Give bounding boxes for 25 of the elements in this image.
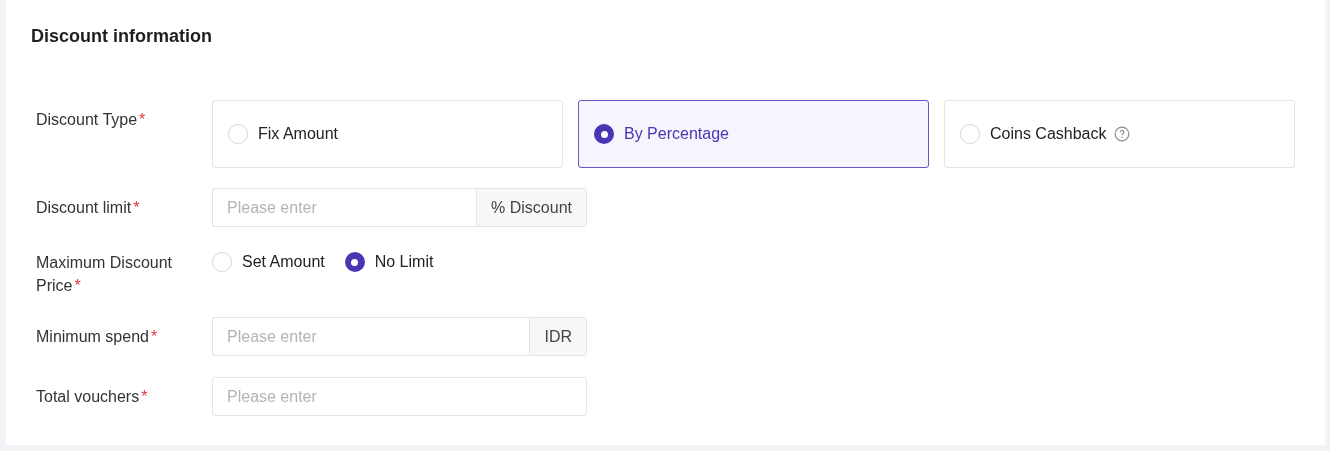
option-label: Fix Amount [258, 124, 339, 144]
option-card[interactable]: Coins Cashback [944, 100, 1295, 168]
input-field[interactable]: Please enter [212, 377, 587, 416]
unit-addon: % Discount [476, 188, 587, 227]
radio-label[interactable]: Set Amount [242, 250, 325, 274]
radio-button[interactable] [594, 124, 614, 144]
radio-button[interactable] [344, 252, 365, 272]
option-label: By Percentage [624, 124, 729, 144]
input-field[interactable]: Please enter [212, 317, 530, 356]
field-label: Discount Type* [36, 110, 147, 130]
option-card[interactable]: Fix Amount [212, 100, 563, 168]
field-label: Minimum spend* [36, 327, 159, 347]
unit-addon: IDR [529, 317, 587, 356]
radio-button[interactable] [228, 124, 248, 144]
radio-label[interactable]: No Limit [374, 250, 434, 274]
help-icon[interactable] [1113, 126, 1130, 142]
radio-button[interactable] [960, 124, 980, 144]
section-title: Discount information [31, 25, 213, 48]
radio-button[interactable] [212, 252, 232, 272]
field-label: Maximum Discount Price* [36, 253, 174, 296]
option-label: Coins Cashback [990, 124, 1107, 144]
field-label: Discount limit* [36, 198, 141, 218]
input-field[interactable]: Please enter [212, 188, 477, 227]
field-label: Total vouchers* [36, 387, 149, 407]
option-card[interactable]: By Percentage [578, 100, 929, 168]
